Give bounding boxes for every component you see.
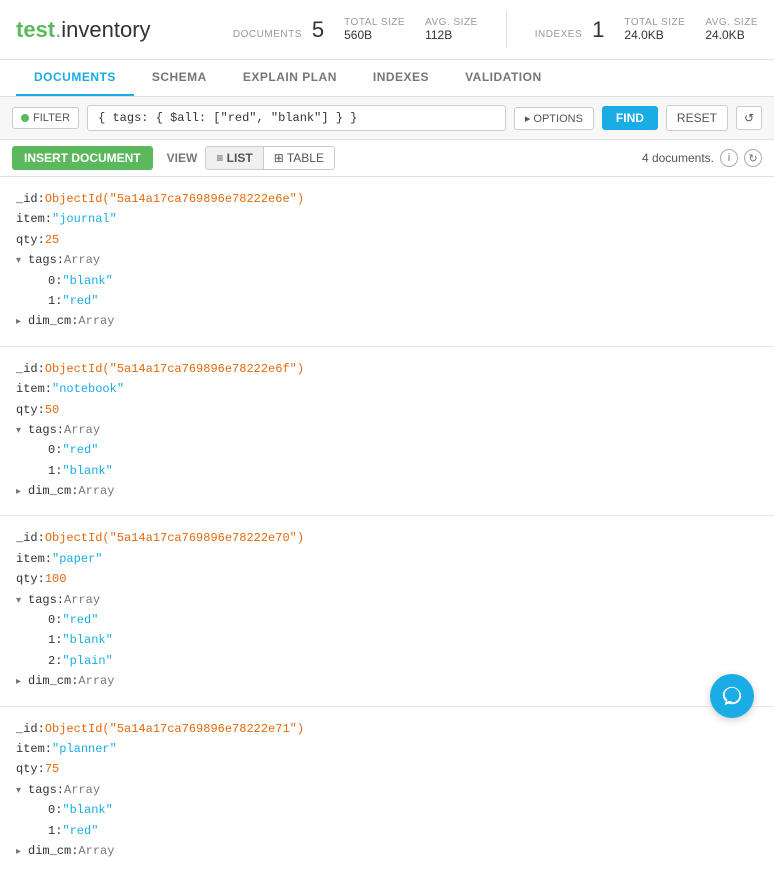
tab-validation[interactable]: VALIDATION [447,60,560,96]
reset-button[interactable]: RESET [666,105,728,131]
options-button[interactable]: ▸ OPTIONS [514,107,594,130]
tab-schema[interactable]: SCHEMA [134,60,225,96]
doc-id-row: _id: ObjectId("5a14a17ca769896e78222e70"… [16,528,758,548]
header-divider [506,12,507,48]
header-stats: DOCUMENTS 5 TOTAL SIZE 560B AVG. SIZE 11… [233,12,758,48]
document-card: _id: ObjectId("5a14a17ca769896e78222e70"… [0,516,774,706]
table-view-button[interactable]: ⊞ TABLE [264,147,334,169]
header: test.inventory DOCUMENTS 5 TOTAL SIZE 56… [0,0,774,60]
documents-sizes: TOTAL SIZE 560B AVG. SIZE 112B [344,17,478,42]
chat-bubble[interactable] [710,674,754,718]
find-button[interactable]: FIND [602,106,658,130]
history-button[interactable]: ↺ [736,106,762,130]
tabs-bar: DOCUMENTS SCHEMA EXPLAIN PLAN INDEXES VA… [0,60,774,97]
info-button[interactable]: i [720,149,738,167]
list-view-button[interactable]: ≡ LIST [206,147,263,169]
doc-tag-item: 0: "blank" [16,271,758,291]
action-bar: INSERT DOCUMENT VIEW ≡ LIST ⊞ TABLE 4 do… [0,140,774,177]
filter-label: FILTER [33,112,70,124]
doc-tag-item: 1: "blank" [16,630,758,650]
filter-active-indicator [21,114,29,122]
tab-explain-plan[interactable]: EXPLAIN PLAN [225,60,355,96]
doc-item-row: item: "notebook" [16,379,758,399]
doc-qty-row: qty: 100 [16,569,758,589]
doc-tag-item: 0: "red" [16,440,758,460]
document-card: _id: ObjectId("5a14a17ca769896e78222e6e"… [0,177,774,347]
doc-dimcm-row: ▸ dim_cm: Array [16,841,758,861]
documents-count: 5 [312,17,324,43]
documents-area: _id: ObjectId("5a14a17ca769896e78222e6e"… [0,177,774,875]
view-toggle: ≡ LIST ⊞ TABLE [205,146,335,170]
document-card: _id: ObjectId("5a14a17ca769896e78222e6f"… [0,347,774,517]
document-count: 4 documents. [642,151,714,165]
filter-button[interactable]: FILTER [12,107,79,129]
doc-tag-item: 1: "blank" [16,461,758,481]
documents-label: DOCUMENTS [233,29,302,40]
idx-avg-size: AVG. SIZE 24.0KB [705,17,758,42]
documents-stat: DOCUMENTS 5 [233,17,324,43]
doc-tag-item: 1: "red" [16,291,758,311]
doc-tags-row: ▾ tags: Array [16,420,758,440]
indexes-label: INDEXES [535,29,582,40]
logo-test: test [16,17,55,42]
doc-id-row: _id: ObjectId("5a14a17ca769896e78222e71"… [16,719,758,739]
doc-dimcm-row: ▸ dim_cm: Array [16,671,758,691]
doc-item-row: item: "paper" [16,549,758,569]
doc-tags-row: ▾ tags: Array [16,250,758,270]
doc-tag-item: 1: "red" [16,821,758,841]
logo: test.inventory [16,17,151,43]
doc-dimcm-row: ▸ dim_cm: Array [16,311,758,331]
doc-tag-item: 0: "red" [16,610,758,630]
indexes-count: 1 [592,17,604,43]
refresh-button[interactable]: ↻ [744,149,762,167]
action-left: INSERT DOCUMENT VIEW ≡ LIST ⊞ TABLE [12,146,335,170]
document-card: _id: ObjectId("5a14a17ca769896e78222e71"… [0,707,774,875]
logo-inventory: inventory [61,17,150,42]
toolbar: FILTER ▸ OPTIONS FIND RESET ↺ [0,97,774,140]
docs-total-size: TOTAL SIZE 560B [344,17,405,42]
view-label: VIEW [167,151,198,165]
doc-tags-row: ▾ tags: Array [16,590,758,610]
action-right: 4 documents. i ↻ [642,149,762,167]
doc-id-row: _id: ObjectId("5a14a17ca769896e78222e6f"… [16,359,758,379]
query-input[interactable] [87,105,506,131]
doc-tags-row: ▾ tags: Array [16,780,758,800]
idx-total-size: TOTAL SIZE 24.0KB [624,17,685,42]
indexes-sizes: TOTAL SIZE 24.0KB AVG. SIZE 24.0KB [624,17,758,42]
indexes-stat: INDEXES 1 [535,17,605,43]
doc-qty-row: qty: 25 [16,230,758,250]
tab-documents[interactable]: DOCUMENTS [16,60,134,96]
doc-item-row: item: "planner" [16,739,758,759]
doc-item-row: item: "journal" [16,209,758,229]
tab-indexes[interactable]: INDEXES [355,60,447,96]
doc-qty-row: qty: 50 [16,400,758,420]
doc-qty-row: qty: 75 [16,759,758,779]
doc-id-row: _id: ObjectId("5a14a17ca769896e78222e6e"… [16,189,758,209]
doc-dimcm-row: ▸ dim_cm: Array [16,481,758,501]
docs-avg-size: AVG. SIZE 112B [425,17,478,42]
doc-tag-item: 2: "plain" [16,651,758,671]
doc-tag-item: 0: "blank" [16,800,758,820]
insert-document-button[interactable]: INSERT DOCUMENT [12,146,153,170]
